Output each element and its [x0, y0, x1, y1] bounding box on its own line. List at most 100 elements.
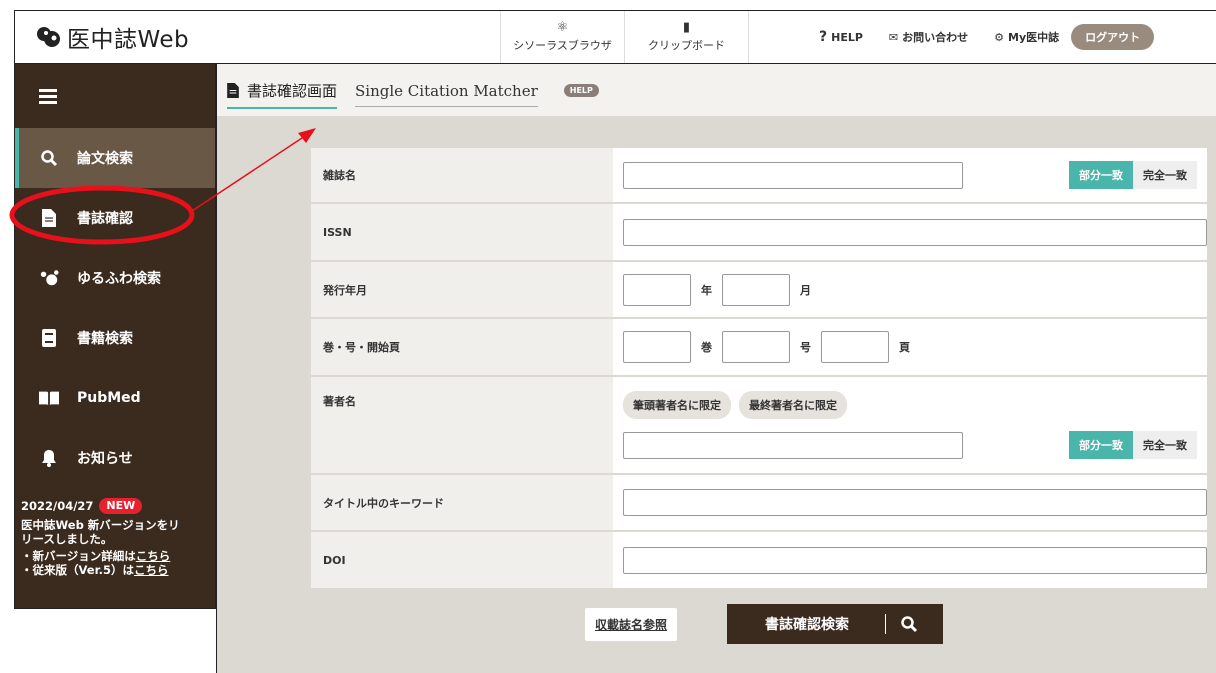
- main-content: 書誌確認画面 Single Citation Matcher HELP 雑誌名 …: [216, 64, 1216, 673]
- open-book-icon: [39, 388, 59, 408]
- issn-input[interactable]: [623, 218, 1207, 246]
- old-version-link[interactable]: こちら: [134, 563, 169, 577]
- sidebar-item-label: PubMed: [77, 390, 141, 406]
- search-button-divider: [885, 614, 886, 634]
- sidebar-item-label: 書籍検索: [77, 331, 133, 347]
- exact-match-button[interactable]: 完全一致: [1133, 161, 1197, 189]
- sidebar-item-label: ゆるふわ検索: [77, 271, 161, 287]
- issue-unit: 号: [800, 341, 811, 354]
- journal-input[interactable]: [623, 161, 963, 189]
- row-issn: ISSN: [311, 204, 1207, 262]
- vol-issue-page-label: 巻・号・開始頁: [311, 319, 613, 375]
- citation-search-button[interactable]: 書誌確認検索: [727, 604, 943, 644]
- sidebar-item-label: 書誌確認: [77, 211, 133, 227]
- content-header: 書誌確認画面 Single Citation Matcher HELP: [217, 64, 1216, 116]
- new-version-link[interactable]: こちら: [136, 549, 171, 563]
- my-link[interactable]: ⚙ My医中誌: [994, 29, 1059, 45]
- thesaurus-browser-button[interactable]: ⚛ シソーラスブラウザ: [501, 11, 625, 63]
- hamburger-icon: [39, 94, 57, 98]
- month-input[interactable]: [722, 273, 790, 306]
- issn-label: ISSN: [311, 204, 613, 260]
- news-line-2: ・従来版（Ver.5）はこちら: [21, 563, 215, 577]
- document-icon: [39, 208, 59, 228]
- logo-icon: [37, 27, 60, 47]
- row-pubdate: 発行年月 年 月: [311, 262, 1207, 319]
- search-icon: [901, 616, 918, 633]
- sidebar-item-book-search[interactable]: 書籍検索: [15, 308, 215, 368]
- news-line-1-prefix: ・新バージョン詳細は: [21, 549, 136, 563]
- top-header: 医中誌Web ⚛ シソーラスブラウザ ▮ クリップボード ? HELP ✉ お問い合…: [14, 10, 1216, 64]
- row-journal: 雑誌名 部分一致 完全一致: [311, 148, 1207, 204]
- new-badge: NEW: [99, 498, 143, 514]
- news-text: 医中誌Web 新バージョンをリリースしました。: [21, 518, 180, 546]
- logout-button[interactable]: ログアウト: [1071, 24, 1155, 50]
- mail-icon: ✉: [888, 30, 899, 44]
- page-unit: 頁: [899, 341, 910, 354]
- title-keyword-label: タイトル中のキーワード: [311, 475, 613, 530]
- my-label: My医中誌: [1008, 31, 1060, 44]
- logo-text: 医中誌Web: [67, 27, 190, 53]
- logo[interactable]: 医中誌Web: [15, 11, 501, 63]
- sidebar-item-news[interactable]: お知らせ: [15, 428, 215, 488]
- author-partial-match-button[interactable]: 部分一致: [1069, 431, 1133, 459]
- search-button-label: 書誌確認検索: [765, 617, 849, 633]
- journal-match-toggle: 部分一致 完全一致: [1069, 161, 1197, 189]
- journal-reference-button[interactable]: 収載誌名参照: [585, 607, 678, 641]
- help-icon: ?: [819, 29, 828, 45]
- page-subtitle: Single Citation Matcher: [355, 82, 538, 107]
- doi-input[interactable]: [623, 546, 1207, 574]
- year-unit: 年: [701, 283, 712, 297]
- journal-label: 雑誌名: [311, 148, 613, 202]
- help-label: HELP: [831, 30, 863, 44]
- citation-form: 雑誌名 部分一致 完全一致 ISSN 発行年月 年 月 巻・号・開始頁 巻 号 …: [311, 148, 1207, 588]
- year-input[interactable]: [623, 273, 691, 306]
- doi-label: DOI: [311, 532, 613, 588]
- sidebar: 論文検索 書誌確認 ゆるふわ検索 書籍検索 PubMed お知らせ 2022/0…: [14, 64, 216, 609]
- news-date: 2022/04/27: [21, 499, 94, 513]
- bell-icon: [39, 448, 59, 468]
- volume-unit: 巻: [701, 341, 712, 354]
- book-icon: [39, 328, 59, 348]
- author-input[interactable]: [623, 431, 963, 459]
- help-link[interactable]: ? HELP: [819, 29, 863, 45]
- row-author: 著者名 筆頭著者名に限定 最終著者名に限定 部分一致 完全一致: [311, 377, 1207, 475]
- clipboard-label: クリップボード: [648, 39, 725, 52]
- tab-citation-check[interactable]: 書誌確認画面: [227, 80, 338, 109]
- author-match-toggle: 部分一致 完全一致: [1069, 431, 1197, 459]
- title-keyword-input[interactable]: [623, 489, 1207, 516]
- clipboard-button[interactable]: ▮ クリップボード: [625, 11, 749, 63]
- bubbles-icon: [39, 268, 59, 288]
- thesaurus-label: シソーラスブラウザ: [513, 39, 612, 52]
- search-icon: [39, 148, 59, 168]
- author-exact-match-button[interactable]: 完全一致: [1133, 431, 1197, 459]
- contact-link[interactable]: ✉ お問い合わせ: [889, 29, 968, 45]
- row-title-keyword: タイトル中のキーワード: [311, 475, 1207, 532]
- sidebar-item-fuzzy-search[interactable]: ゆるふわ検索: [15, 248, 215, 308]
- news-panel: 2022/04/27 NEW 医中誌Web 新バージョンをリリースしました。 ・…: [15, 488, 215, 577]
- pubdate-label: 発行年月: [311, 262, 613, 317]
- menu-toggle[interactable]: [15, 64, 215, 128]
- volume-input[interactable]: [623, 331, 691, 363]
- sidebar-item-citation-check[interactable]: 書誌確認: [15, 188, 215, 248]
- sidebar-item-label: お知らせ: [77, 451, 133, 467]
- gear-icon: ⚙: [994, 30, 1005, 44]
- journal-reference-label: 収載誌名参照: [595, 617, 668, 632]
- row-doi: DOI: [311, 532, 1207, 588]
- contact-label: お問い合わせ: [902, 31, 969, 44]
- document-icon: [227, 82, 239, 98]
- thesaurus-icon: ⚛: [556, 20, 569, 35]
- issue-input[interactable]: [722, 331, 790, 363]
- first-author-chip[interactable]: 筆頭著者名に限定: [623, 391, 731, 419]
- sidebar-item-article-search[interactable]: 論文検索: [15, 128, 215, 188]
- news-line-1: ・新バージョン詳細はこちら: [21, 549, 215, 563]
- sidebar-item-pubmed[interactable]: PubMed: [15, 368, 215, 428]
- month-unit: 月: [800, 283, 811, 297]
- last-author-chip[interactable]: 最終著者名に限定: [739, 391, 847, 419]
- partial-match-button[interactable]: 部分一致: [1069, 161, 1133, 189]
- row-vol-issue-page: 巻・号・開始頁 巻 号 頁: [311, 319, 1207, 377]
- start-page-input[interactable]: [821, 331, 889, 363]
- page-title: 書誌確認画面: [247, 81, 338, 100]
- help-badge[interactable]: HELP: [563, 83, 599, 97]
- sidebar-item-label: 論文検索: [77, 151, 133, 167]
- clipboard-icon: ▮: [682, 20, 691, 35]
